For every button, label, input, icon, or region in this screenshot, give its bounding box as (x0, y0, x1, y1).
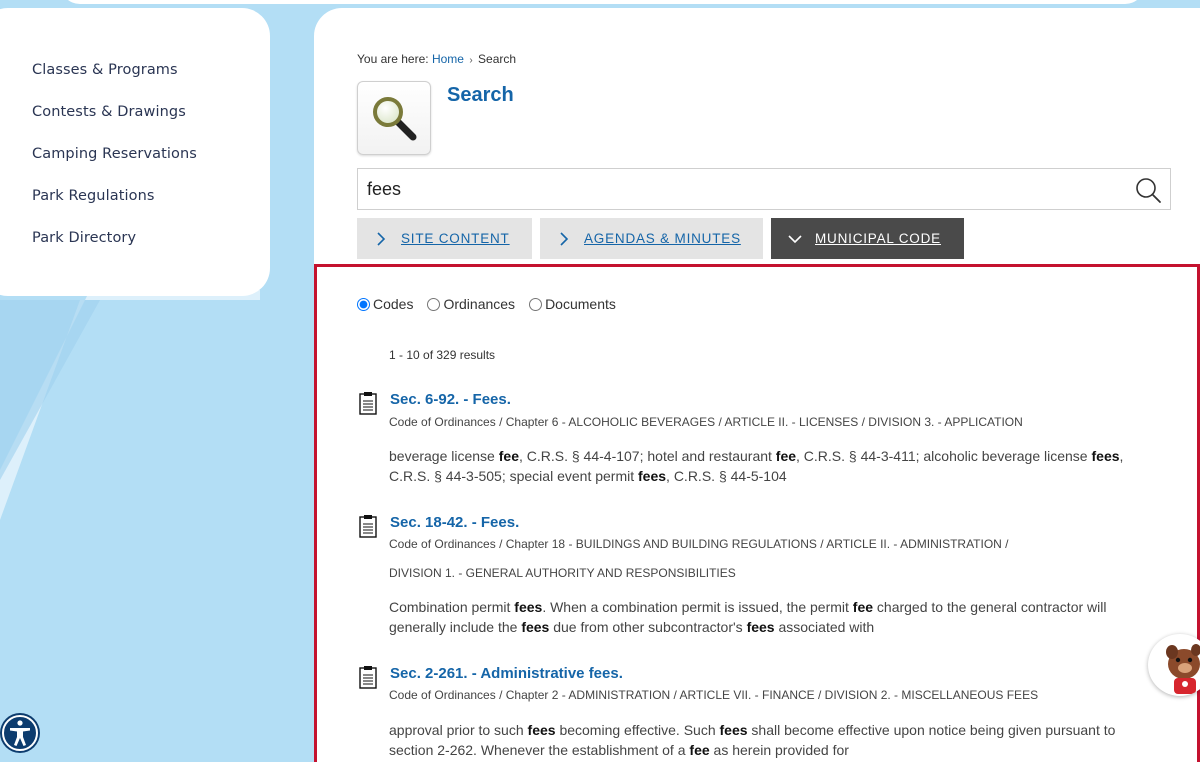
snippet-text: , C.R.S. § 44-3-411; alcoholic beverage … (796, 448, 1092, 464)
clipboard-icon (359, 666, 377, 689)
result-snippet: Combination permit fees. When a combinat… (389, 597, 1159, 637)
tab-label: Municipal Code (815, 231, 941, 246)
snippet-highlight: fee (689, 742, 710, 758)
sidebar-item-contests-drawings[interactable]: Contests & Drawings (32, 102, 270, 144)
snippet-text: , C.R.S. § 44-4-107; hotel and restauran… (518, 448, 776, 464)
result-count: 1 - 10 of 329 results (389, 348, 496, 362)
filter-ordinances-radio[interactable] (427, 297, 441, 311)
tab-label: Agendas & Minutes (584, 231, 741, 246)
filter-documents-radio[interactable] (529, 297, 543, 311)
result-title-link[interactable]: Sec. 18-42. - Fees. (390, 514, 519, 531)
snippet-text: as herein provided for (709, 742, 849, 758)
search-icon[interactable] (1134, 176, 1162, 204)
filter-documents[interactable]: Documents (529, 296, 616, 312)
snippet-highlight: fees (521, 619, 550, 635)
filter-documents-label: Documents (545, 296, 616, 312)
sidebar-nav: Classes & Programs Contests & Drawings C… (0, 8, 270, 296)
snippet-highlight: fees (527, 722, 556, 738)
sidebar-item-park-regulations[interactable]: Park Regulations (32, 186, 270, 228)
result-title-link[interactable]: Sec. 2-261. - Administrative fees. (390, 665, 623, 682)
filter-ordinances-label: Ordinances (443, 296, 516, 312)
snippet-highlight: fee (775, 448, 797, 464)
snippet-highlight: fee (498, 448, 519, 464)
snippet-highlight: fee (852, 599, 874, 615)
snippet-highlight: fees (746, 619, 775, 635)
result-snippet: beverage license fee, C.R.S. § 44-4-107;… (389, 446, 1159, 486)
result-path: Code of Ordinances / Chapter 18 - BUILDI… (389, 537, 1009, 551)
chevron-down-icon (788, 234, 802, 243)
breadcrumb: You are here: Home › Search (357, 52, 516, 66)
filter-codes-label: Codes (373, 296, 414, 312)
chevron-right-icon (560, 231, 569, 246)
page-title: Search (447, 84, 514, 106)
snippet-text: due from other subcontractor's (549, 619, 747, 635)
code-type-filter: Codes Ordinances Documents (357, 296, 616, 312)
accessibility-icon[interactable] (0, 712, 42, 754)
result-path-continued: DIVISION 1. - GENERAL AUTHORITY AND RESP… (389, 566, 736, 580)
result-snippet: approval prior to such fees becoming eff… (389, 720, 1159, 760)
sidebar-item-park-directory[interactable]: Park Directory (32, 228, 270, 270)
result-path: Code of Ordinances / Chapter 6 - ALCOHOL… (389, 415, 1023, 429)
clipboard-icon (359, 392, 377, 415)
breadcrumb-separator: › (469, 55, 473, 66)
sidebar-item-classes-programs[interactable]: Classes & Programs (32, 60, 270, 102)
snippet-text: , C.R.S. § 44-5-104 (666, 468, 787, 484)
top-header-card (60, 0, 1145, 4)
snippet-text: Combination permit (389, 599, 515, 615)
breadcrumb-prefix: You are here: (357, 52, 429, 66)
search-box (357, 168, 1171, 210)
snippet-text: . When a combination permit is issued, t… (542, 599, 853, 615)
snippet-highlight: fees (514, 599, 543, 615)
snippet-highlight: fees (1091, 448, 1120, 464)
breadcrumb-home-link[interactable]: Home (432, 52, 464, 66)
magnifier-icon (357, 81, 431, 155)
result-path: Code of Ordinances / Chapter 2 - ADMINIS… (389, 688, 1039, 702)
filter-codes[interactable]: Codes (357, 296, 413, 312)
snippet-text: approval prior to such (389, 722, 528, 738)
sidebar-item-camping-reservations[interactable]: Camping Reservations (32, 144, 270, 186)
tab-label: Site Content (401, 231, 510, 246)
snippet-text: beverage license (389, 448, 499, 464)
tab-municipal-code[interactable]: Municipal Code (771, 218, 964, 259)
tab-site-content[interactable]: Site Content (357, 218, 532, 259)
snippet-highlight: fees (719, 722, 748, 738)
filter-codes-radio[interactable] (357, 297, 370, 311)
snippet-text: associated with (774, 619, 875, 635)
clipboard-icon (359, 515, 377, 538)
tab-agendas-minutes[interactable]: Agendas & Minutes (540, 218, 763, 259)
result-title-link[interactable]: Sec. 6-92. - Fees. (390, 391, 511, 408)
breadcrumb-current: Search (478, 52, 517, 66)
snippet-text: becoming effective. Such (555, 722, 720, 738)
filter-ordinances[interactable]: Ordinances (427, 296, 515, 312)
search-input[interactable] (358, 169, 1118, 209)
chevron-right-icon (377, 231, 386, 246)
snippet-highlight: fees (638, 468, 667, 484)
